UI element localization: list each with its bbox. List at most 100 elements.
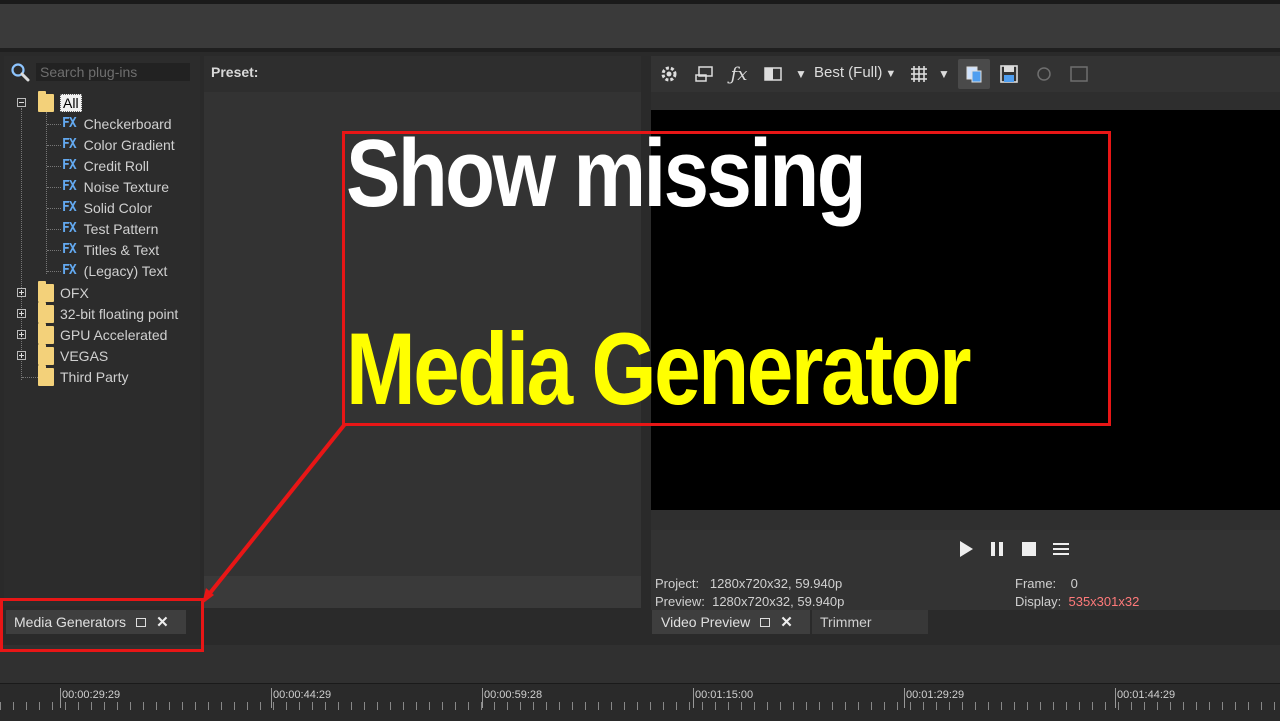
tree-folder-vegas[interactable]: VEGAS [38, 343, 108, 366]
tree-item-label: Credit Roll [83, 157, 150, 174]
ruler-major-tick [904, 688, 905, 708]
tree-folder-gpu[interactable]: GPU Accelerated [38, 322, 168, 345]
stop-icon[interactable] [1020, 540, 1038, 563]
tree-item-label: Noise Texture [83, 178, 169, 195]
project-value: 1280x720x32, 59.940p [709, 576, 843, 591]
tree-item-noise-texture[interactable]: FX Noise Texture [62, 176, 169, 197]
expand-gpu-toggle[interactable] [17, 330, 26, 339]
preset-header [204, 56, 641, 92]
tab-label: Trimmer [820, 614, 872, 630]
project-label: Project: [655, 576, 700, 591]
preview-value: 1280x720x32, 59.940p [712, 594, 845, 609]
tree-connector [47, 229, 61, 230]
ruler-minor-ticks [0, 702, 1280, 710]
tree-folder-label: 32-bit floating point [60, 305, 179, 322]
ruler-timecode: 00:01:29:29 [906, 689, 965, 701]
folder-icon [38, 343, 54, 365]
collapse-all-toggle[interactable] [17, 98, 26, 107]
tab-highlight-box [0, 598, 204, 652]
ruler-major-tick [271, 688, 272, 708]
tree-item-label: Solid Color [83, 199, 153, 216]
tree-item-color-gradient[interactable]: FX Color Gradient [62, 134, 175, 155]
fx-plugin-icon: FX [62, 179, 77, 194]
tree-folder-ofx[interactable]: OFX [38, 280, 89, 303]
folder-icon [38, 301, 54, 323]
fx-plugin-icon: FX [62, 158, 77, 173]
display-info: Display: 535x301x32 [1015, 594, 1139, 609]
tree-item-label: (Legacy) Text [83, 262, 168, 279]
tab-label: Video Preview [661, 614, 751, 630]
tab-trimmer[interactable]: Trimmer [812, 610, 928, 634]
preview-device-icon[interactable] [693, 62, 717, 86]
frame-label: Frame: [1015, 576, 1057, 591]
transport-controls [958, 540, 1070, 563]
tree-folder-third-party[interactable]: Third Party [38, 364, 129, 387]
expand-vegas-toggle[interactable] [17, 351, 26, 360]
menu-icon[interactable] [1052, 540, 1070, 563]
tree-item-solid-color[interactable]: FX Solid Color [62, 197, 152, 218]
gear-icon[interactable] [657, 62, 681, 86]
fx-plugin-icon: FX [62, 137, 77, 152]
tree-item-titles-text[interactable]: FX Titles & Text [62, 239, 159, 260]
fx-icon[interactable]: ƒx [728, 62, 750, 86]
tree-connector [47, 124, 61, 125]
chevron-down-icon: ▼ [882, 68, 897, 80]
tree-folder-32bit[interactable]: 32-bit floating point [38, 301, 179, 324]
play-icon[interactable] [958, 540, 974, 563]
pause-icon[interactable] [988, 540, 1006, 563]
ruler-timecode: 00:00:29:29 [62, 689, 121, 701]
quality-value: Best (Full) [814, 64, 883, 81]
display-value: 535x301x32 [1068, 594, 1140, 609]
tree-folder-label: GPU Accelerated [60, 326, 168, 343]
hdr-icon[interactable] [1067, 62, 1091, 86]
tree-folder-label: All [60, 93, 82, 112]
expand-32bit-toggle[interactable] [17, 309, 26, 318]
tree-item-credit-roll[interactable]: FX Credit Roll [62, 155, 149, 176]
tree-folder-label: OFX [60, 284, 89, 301]
close-icon[interactable]: ✕ [780, 613, 793, 631]
tree-item-label: Titles & Text [83, 241, 160, 258]
tree-item-legacy-text[interactable]: FX (Legacy) Text [62, 260, 167, 281]
main-toolbar-area [0, 0, 1280, 48]
folder-icon [38, 364, 54, 386]
frame-value: 0 [1070, 576, 1078, 591]
search-icon[interactable] [10, 62, 30, 82]
display-label: Display: [1015, 594, 1062, 609]
ruler-major-tick [1115, 688, 1116, 708]
frame-info: Frame: 0 [1015, 576, 1078, 591]
folder-icon [38, 90, 54, 112]
search-plugins-input[interactable] [36, 63, 190, 81]
fx-plugin-icon: FX [62, 116, 77, 131]
tree-folder-all[interactable]: All [38, 90, 82, 113]
fx-plugin-icon: FX [62, 221, 77, 236]
fx-plugin-icon: FX [62, 200, 77, 215]
toolbar-divider [0, 48, 1280, 52]
save-snapshot-icon[interactable] [997, 62, 1021, 86]
headline-highlight-box [342, 131, 1111, 426]
preview-toolbar-divider [651, 92, 1280, 110]
grid-icon[interactable] [907, 62, 931, 86]
overlay-icon[interactable] [1032, 62, 1056, 86]
ruler-timecode: 00:00:59:28 [484, 689, 543, 701]
folder-icon [38, 280, 54, 302]
tab-video-preview[interactable]: Video Preview ✕ [652, 610, 810, 634]
expand-ofx-toggle[interactable] [17, 288, 26, 297]
copy-snapshot-icon[interactable] [958, 59, 990, 89]
preview-quality-select[interactable]: Best (Full) ▼ [814, 64, 896, 81]
tree-connector [21, 108, 22, 380]
tree-item-test-pattern[interactable]: FX Test Pattern [62, 218, 158, 239]
tree-connector [47, 187, 61, 188]
preview-label: Preview: [655, 594, 705, 609]
tree-connector [47, 271, 61, 272]
maximize-icon[interactable] [760, 617, 771, 627]
split-screen-icon[interactable] [761, 62, 785, 86]
chevron-down-icon[interactable]: ▼ [794, 62, 808, 86]
tree-item-checkerboard[interactable]: FX Checkerboard [62, 113, 172, 134]
ruler-timecode: 00:00:44:29 [273, 689, 332, 701]
tree-folder-label: Third Party [60, 368, 129, 385]
folder-icon [38, 322, 54, 344]
tree-connector [47, 250, 61, 251]
chevron-down-icon[interactable]: ▼ [937, 62, 951, 86]
preset-scrollbar-area [204, 576, 641, 608]
tree-connector [47, 208, 61, 209]
